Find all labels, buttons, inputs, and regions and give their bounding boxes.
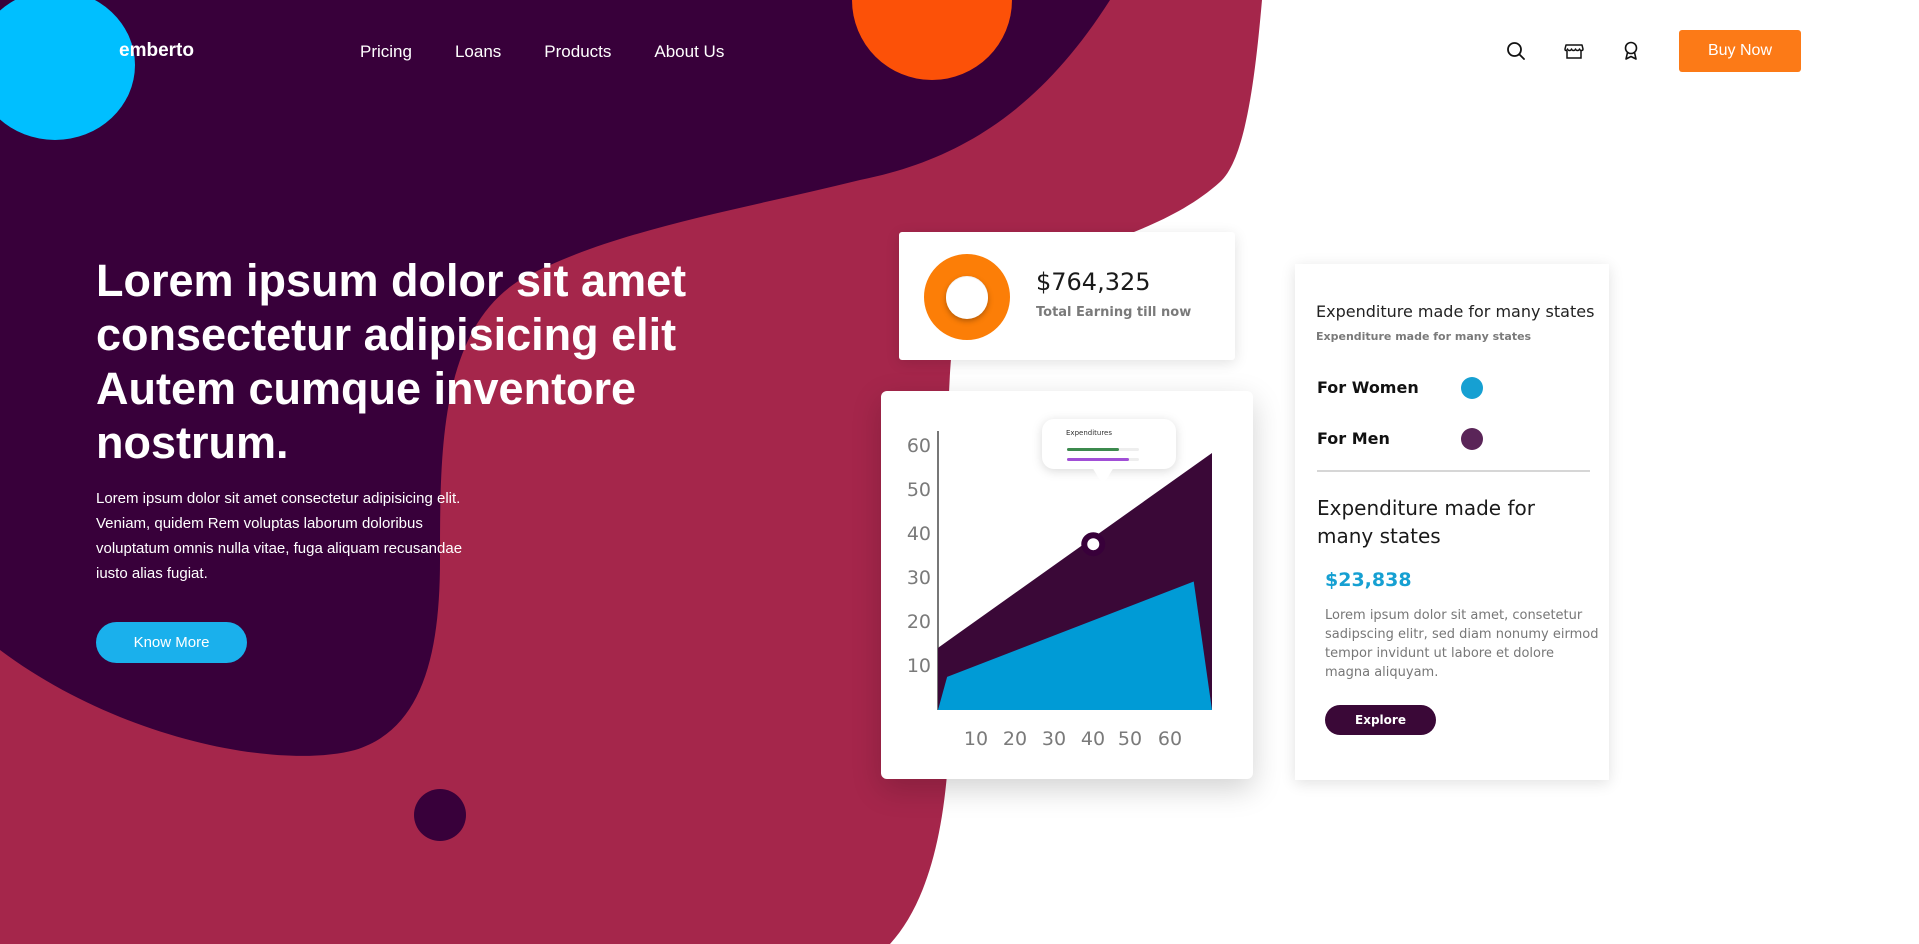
- chart-tooltip: Expenditures: [1042, 419, 1176, 485]
- x-tick-label: 60: [1158, 728, 1182, 750]
- legend-label-men: For Men: [1317, 429, 1390, 448]
- expenditure-amount: $23,838: [1325, 569, 1412, 591]
- x-tick-label: 40: [1081, 728, 1105, 750]
- know-more-button[interactable]: Know More: [96, 622, 247, 663]
- purple-dot: [414, 789, 466, 841]
- explore-button[interactable]: Explore: [1325, 705, 1436, 735]
- chart-card: 10 20 30 40 50 60 10 20 30 40 50 60 Expenditures: [881, 391, 1253, 779]
- nav-link-products[interactable]: Products: [544, 42, 611, 62]
- x-tick-label: 20: [1003, 728, 1027, 750]
- legend-dot-women: [1461, 377, 1483, 399]
- tooltip-title: Expenditures: [1066, 429, 1112, 437]
- main-menu: Pricing Loans Products About Us: [360, 42, 724, 62]
- area-chart: 10 20 30 40 50 60 10 20 30 40 50 60 Expenditures: [907, 419, 1212, 750]
- brand-logo[interactable]: emberto: [119, 40, 194, 62]
- nav-link-pricing[interactable]: Pricing: [360, 42, 412, 62]
- earnings-label: Total Earning till now: [1036, 305, 1192, 320]
- expenditure-heading: Expenditure made for many states: [1317, 496, 1535, 548]
- earnings-card: $764,325 Total Earning till now: [899, 232, 1235, 360]
- legend-label-women: For Women: [1317, 378, 1419, 397]
- search-icon[interactable]: [1505, 40, 1527, 62]
- hero-title: Lorem ipsum dolor sit amet consectetur a…: [96, 255, 687, 468]
- y-tick-label: 10: [907, 655, 931, 677]
- top-navbar: emberto Pricing Loans Products About Us …: [0, 0, 1919, 100]
- earnings-donut-icon: [924, 254, 1010, 340]
- x-tick-label: 50: [1118, 728, 1142, 750]
- x-tick-label: 30: [1042, 728, 1066, 750]
- y-tick-label: 30: [907, 567, 931, 589]
- hero-description: Lorem ipsum dolor sit amet consectetur a…: [96, 490, 463, 582]
- y-tick-label: 20: [907, 611, 931, 633]
- y-tick-label: 60: [907, 435, 931, 457]
- nav-link-loans[interactable]: Loans: [455, 42, 501, 62]
- legend-dot-men: [1461, 428, 1483, 450]
- expenditure-description: Lorem ipsum dolor sit amet, consetetur s…: [1325, 608, 1599, 680]
- buy-now-button[interactable]: Buy Now: [1679, 30, 1801, 72]
- chart-marker[interactable]: [1081, 532, 1106, 557]
- y-tick-label: 50: [907, 479, 931, 501]
- nav-link-about-us[interactable]: About Us: [654, 42, 724, 62]
- expenditure-divider: [1317, 470, 1590, 472]
- earnings-value: $764,325: [1036, 268, 1151, 296]
- expenditure-subtitle: Expenditure made for many states: [1316, 330, 1532, 343]
- award-icon[interactable]: [1620, 40, 1642, 62]
- expenditure-card: Expenditure made for many states Expendi…: [1295, 264, 1609, 780]
- y-tick-label: 40: [907, 523, 931, 545]
- x-tick-label: 10: [964, 728, 988, 750]
- expenditure-title: Expenditure made for many states: [1316, 302, 1595, 321]
- store-icon[interactable]: [1563, 40, 1585, 62]
